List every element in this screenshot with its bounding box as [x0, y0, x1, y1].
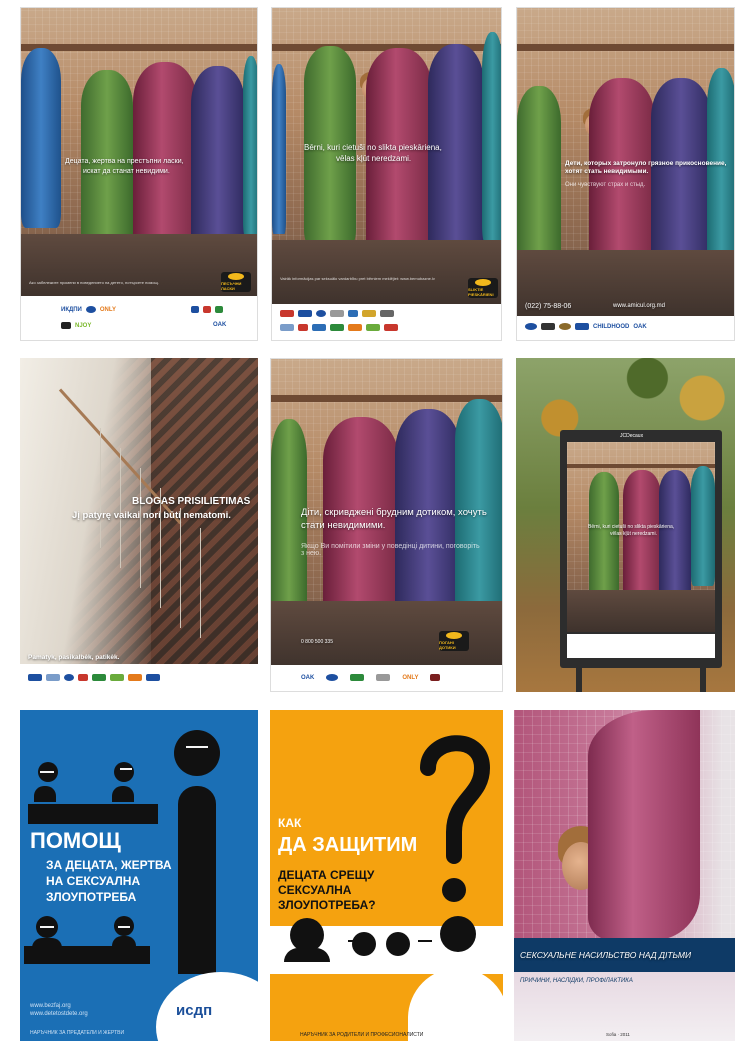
sponsor-footer: [272, 304, 501, 340]
handbook-footer: Sofia · 2011: [606, 1032, 630, 1037]
poster-headline: Дети, которых затронуло грязное прикосно…: [565, 160, 727, 176]
child-figure-icon: [386, 932, 410, 956]
coat-rack-photo: [21, 8, 257, 298]
hotline-number: (022) 75-88-06: [525, 303, 572, 310]
handbook-title: ДА ЗАЩИТИМ: [278, 834, 418, 856]
poster-subheadline: vēlas kļūt neredzami.: [336, 154, 412, 163]
child-figure-icon: [352, 932, 376, 956]
poster-headline: Bērni, kuri cietuši no slikta pieskārien…: [588, 524, 675, 530]
poster-subheadline: искат да станат невидими.: [83, 168, 170, 175]
pink-coat: [588, 710, 700, 940]
poster-headline: Діти, скривджені брудним дотиком, хочуть…: [301, 507, 487, 531]
desk-shape: [24, 946, 150, 964]
poster-subheadline: Они чувствуют страх и стыд.: [565, 182, 646, 188]
billboard-photo: JCDecaux Bērni, kuri cietuši no slikta p…: [516, 358, 735, 692]
poster-tagline: Pamatyk, pasikalbėk, patikėk.: [28, 654, 120, 661]
sponsor-footer: ИКДПИ ONLY NJOY OAK: [21, 296, 257, 340]
website-url-1: www.bezfaj.org: [30, 1003, 71, 1009]
website-url: www.amicul.org.md: [613, 303, 666, 309]
adult-figure-icon: [174, 730, 220, 776]
poster-headline: Децата, жертва на престъпни ласки,: [65, 158, 184, 165]
handbook-help-victims: ПОМОЩ ЗА ДЕЦАТА, ЖЕРТВА НА СЕКСУАЛНА ЗЛО…: [20, 710, 258, 1041]
sponsor-footer: [20, 664, 258, 692]
poster-subheadline: Jį patyrę vaikai nori būti nematomi.: [72, 510, 231, 521]
handbook-kicker: КАК: [278, 816, 302, 830]
adult-body: [178, 786, 216, 974]
handbook-title: СЕКСУАЛЬНЕ НАСИЛЬСТВО НАД ДІТЬМИ: [520, 950, 692, 960]
poster-latvian-coats: Bērni, kuri cietuši no slikta pieskārien…: [271, 7, 502, 341]
billboard-brand: JCDecaux: [620, 433, 644, 439]
poster-subheadline: vēlas kļūt neredzami.: [610, 531, 657, 537]
poster-headline: Bērni, kuri cietuši no slikta pieskārien…: [304, 143, 442, 152]
handbook-title: ПОМОЩ: [30, 828, 121, 853]
handbook-footer: НАРЪЧНИК ЗА РОДИТЕЛИ И ПРОФЕСИОНАЛИСТИ: [300, 1032, 424, 1038]
handbook-subtitle-line-2: НА СЕКСУАЛНА: [46, 874, 141, 888]
poster-subheadline: Якщо Ви помітили зміни у поведінці дитин…: [301, 543, 480, 557]
poster-lithuanian-staircase: BLOGAS PRISILIETIMAS Jį patyrę vaikai no…: [20, 358, 258, 692]
hotline-number: 0 800 500 335: [301, 639, 333, 645]
poster-ukrainian-coats: Діти, скривджені брудним дотиком, хочуть…: [270, 358, 503, 692]
poster-fine-print: Ако забележите промени в поведението на …: [29, 280, 159, 285]
adult-figure-icon: [440, 916, 476, 952]
blue-coat: [21, 48, 61, 228]
campaign-badge: ПЕСЪЧНИ ЛАСКИ: [221, 272, 251, 292]
handbook-footer: НАРЪЧНИК ЗА ПРЕДАТЕЛИ И ЖЕРТВИ: [30, 1030, 125, 1036]
poster-fine-print: Vairāk informācijas par seksuālo vardarb…: [280, 276, 435, 281]
adult-body-white: [408, 968, 503, 1041]
sponsor-footer: CHILDHOOD OAK: [517, 316, 734, 340]
handbook-sexual-violence-cover: СЕКСУАЛЬНЕ НАСИЛЬСТВО НАД ДІТЬМИ ПРИЧИНИ…: [514, 710, 735, 1041]
child-figure-icon: [114, 762, 134, 782]
handbook-subtitle-line-3: ЗЛОУПОТРЕБА?: [278, 898, 376, 912]
website-url-2: www.detetostdete.org: [30, 1011, 88, 1017]
campaign-badge: ПОГАНІ ДОТИКИ: [439, 631, 469, 651]
handbook-subtitle-line-2: СЕКСУАЛНА: [278, 883, 352, 897]
child-figure-icon: [290, 918, 324, 952]
poster-moldovan-coats: Дети, которых затронуло грязное прикосно…: [516, 7, 735, 341]
question-mark-icon: [420, 735, 490, 902]
handbook-subtitle: ПРИЧИНИ, НАСЛІДКИ, ПРОФІЛАКТИКА: [520, 978, 633, 984]
teal-coat: [243, 56, 257, 236]
billboard-frame: JCDecaux Bērni, kuri cietuši no slikta p…: [560, 430, 722, 668]
desk-shape: [28, 804, 158, 824]
handbook-subtitle-line-1: ЗА ДЕЦАТА, ЖЕРТВА: [46, 858, 172, 872]
publisher-logo: исдп: [176, 1002, 213, 1019]
poster-headline: BLOGAS PRISILIETIMAS: [132, 496, 251, 507]
handbook-subtitle-line-3: ЗЛОУПОТРЕБА: [46, 890, 137, 904]
campaign-badge: SLIKTIE PIESKĀRIENI: [468, 278, 498, 298]
handbook-how-to-protect: КАК ДА ЗАЩИТИМ ДЕЦАТА СРЕЩУ СЕКСУАЛНА ЗЛ…: [270, 710, 503, 1041]
sponsor-footer: OAK ONLY: [271, 665, 502, 691]
poster-bulgarian-coats: Децата, жертва на престъпни ласки, искат…: [20, 7, 258, 341]
handbook-subtitle-line-1: ДЕЦАТА СРЕЩУ: [278, 868, 375, 882]
